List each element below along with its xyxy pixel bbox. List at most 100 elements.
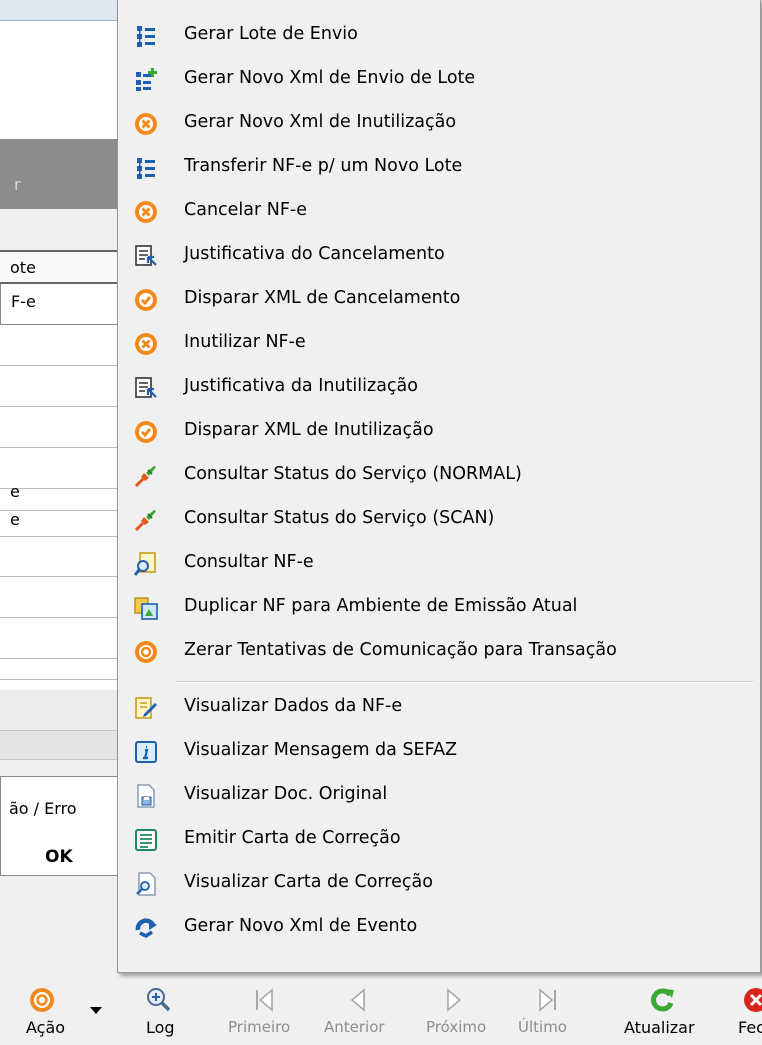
menu-item-label: Transferir NF-e p/ um Novo Lote: [184, 156, 463, 176]
menu-item-consultar-status-normal[interactable]: Consultar Status do Serviço (NORMAL): [118, 455, 760, 499]
menu-item-consultar-status-scan[interactable]: Consultar Status do Serviço (SCAN): [118, 499, 760, 543]
menu-item-label: Gerar Novo Xml de Inutilização: [184, 112, 457, 132]
menu-item-label: Visualizar Doc. Original: [184, 784, 388, 804]
menu-item-cancelar-nfe[interactable]: Cancelar NF-e: [118, 191, 760, 235]
menu-item-label: Zerar Tentativas de Comunicação para Tra…: [184, 640, 617, 660]
ok-label: OK: [45, 847, 73, 867]
table-row[interactable]: [0, 618, 120, 659]
menu-item-label: Visualizar Carta de Correção: [184, 872, 433, 892]
menu-item-transferir-nfe[interactable]: Transferir NF-e p/ um Novo Lote: [118, 147, 760, 191]
table-row[interactable]: [0, 659, 120, 680]
menu-item-duplicar-nf[interactable]: Duplicar NF para Ambiente de Emissão Atu…: [118, 587, 760, 631]
menu-item-gerar-novo-xml-envio-lote[interactable]: Gerar Novo Xml de Envio de Lote: [118, 59, 760, 103]
action-menu: Gerar Lote de Envio Gerar Novo Xml de En…: [117, 0, 761, 973]
refresh-arrow-icon: [135, 918, 157, 939]
table-row[interactable]: [0, 366, 120, 407]
cell: F-e: [11, 292, 36, 311]
background-window: r ote F-e e e ão / Erro OK: [0, 0, 120, 980]
refresh-icon: [651, 988, 674, 1012]
table-row[interactable]: [0, 577, 120, 618]
document-view-icon: [136, 872, 156, 896]
orange-target-icon: [135, 641, 157, 663]
atualizar-label: Atualizar: [624, 1018, 695, 1037]
table-row[interactable]: F-e: [0, 284, 120, 325]
orange-cancel-icon: [135, 333, 157, 355]
title-strip: [0, 0, 120, 21]
menu-item-label: Consultar Status do Serviço (SCAN): [184, 508, 495, 528]
plug-icon: [134, 510, 156, 532]
next-record-icon: [447, 988, 462, 1012]
acao-button[interactable]: Ação: [20, 980, 80, 1045]
menu-item-label: Justificativa da Inutilização: [184, 376, 418, 396]
table-row[interactable]: [0, 407, 120, 448]
atualizar-button[interactable]: Atualizar: [618, 980, 708, 1045]
cell: e: [10, 510, 20, 529]
menu-item-consultar-nfe[interactable]: Consultar NF-e: [118, 543, 760, 587]
menu-item-label: Consultar Status do Serviço (NORMAL): [184, 464, 522, 484]
primeiro-button[interactable]: Primeiro: [228, 980, 298, 1045]
menu-item-visualizar-dados-nfe[interactable]: Visualizar Dados da NF-e: [118, 687, 760, 731]
proximo-button[interactable]: Próximo: [422, 980, 492, 1045]
menu-item-emitir-carta-correcao[interactable]: Emitir Carta de Correção: [118, 819, 760, 863]
fechar-label: Fec: [738, 1018, 762, 1037]
log-button[interactable]: Log: [130, 980, 190, 1045]
menu-item-gerar-lote-envio[interactable]: Gerar Lote de Envio: [118, 15, 760, 59]
fechar-button[interactable]: Fec: [738, 980, 762, 1045]
tree-add-icon: [136, 68, 157, 91]
header-panel: r: [0, 139, 120, 209]
menu-item-visualizar-doc-original[interactable]: Visualizar Doc. Original: [118, 775, 760, 819]
menu-item-disparar-xml-inutilizacao[interactable]: Disparar XML de Inutilização: [118, 411, 760, 455]
table-row[interactable]: e: [0, 510, 120, 537]
table-row[interactable]: [0, 536, 120, 577]
menu-item-label: Duplicar NF para Ambiente de Emissão Atu…: [184, 596, 578, 616]
menu-item-label: Cancelar NF-e: [184, 200, 308, 220]
close-icon: [744, 988, 762, 1012]
acao-label: Ação: [26, 1018, 66, 1037]
header-panel-text: r: [14, 175, 21, 194]
orange-check-icon: [135, 289, 157, 311]
menu-item-label: Visualizar Mensagem da SEFAZ: [184, 740, 458, 760]
grid-footer: [0, 690, 120, 731]
document-search-icon: [134, 552, 156, 576]
menu-item-label: Inutilizar NF-e: [184, 332, 306, 352]
grid-header[interactable]: ote: [0, 250, 118, 284]
menu-item-justificativa-cancelamento[interactable]: Justificativa do Cancelamento: [118, 235, 760, 279]
grid-footer-2: [0, 731, 120, 760]
menu-item-label: Disparar XML de Inutilização: [184, 420, 434, 440]
menu-item-inutilizar-nfe[interactable]: Inutilizar NF-e: [118, 323, 760, 367]
log-label: Log: [146, 1018, 175, 1037]
menu-item-zerar-tentativas[interactable]: Zerar Tentativas de Comunicação para Tra…: [118, 631, 760, 675]
ultimo-button[interactable]: Último: [510, 980, 580, 1045]
error-panel: ão / Erro OK: [0, 776, 120, 876]
primeiro-label: Primeiro: [228, 1018, 291, 1036]
data-grid[interactable]: ote F-e e e: [0, 250, 120, 750]
menu-item-visualizar-mensagem-sefaz[interactable]: Visualizar Mensagem da SEFAZ: [118, 731, 760, 775]
menu-item-gerar-novo-xml-inutilizacao[interactable]: Gerar Novo Xml de Inutilização: [118, 103, 760, 147]
menu-item-label: Emitir Carta de Correção: [184, 828, 401, 848]
proximo-label: Próximo: [426, 1018, 487, 1036]
menu-item-label: Gerar Novo Xml de Envio de Lote: [184, 68, 476, 88]
table-row[interactable]: [0, 325, 120, 366]
previous-record-icon: [350, 988, 365, 1012]
orange-cancel-icon: [135, 113, 157, 135]
menu-item-justificativa-inutilizacao[interactable]: Justificativa da Inutilização: [118, 367, 760, 411]
menu-item-disparar-xml-cancelamento[interactable]: Disparar XML de Cancelamento: [118, 279, 760, 323]
anterior-button[interactable]: Anterior: [318, 980, 398, 1045]
menu-item-label: Consultar NF-e: [184, 552, 314, 572]
ultimo-label: Último: [518, 1018, 567, 1036]
table-row[interactable]: e: [0, 482, 120, 511]
document-save-icon: [137, 784, 155, 808]
orange-target-icon: [30, 988, 54, 1012]
first-record-icon: [256, 988, 273, 1012]
menu-item-visualizar-carta-correcao[interactable]: Visualizar Carta de Correção: [118, 863, 760, 907]
acao-dropdown-caret[interactable]: [90, 1007, 102, 1014]
menu-item-gerar-novo-xml-evento[interactable]: Gerar Novo Xml de Evento: [118, 907, 760, 951]
duplicate-icon: [134, 597, 158, 620]
error-column-label: ão / Erro: [9, 799, 77, 818]
zoom-in-icon: [147, 988, 171, 1012]
document-edit-icon: [135, 697, 157, 719]
document-arrow-icon: [135, 245, 157, 266]
menu-item-label: Justificativa do Cancelamento: [184, 244, 445, 264]
orange-check-icon: [135, 421, 157, 443]
info-icon: [135, 741, 157, 763]
